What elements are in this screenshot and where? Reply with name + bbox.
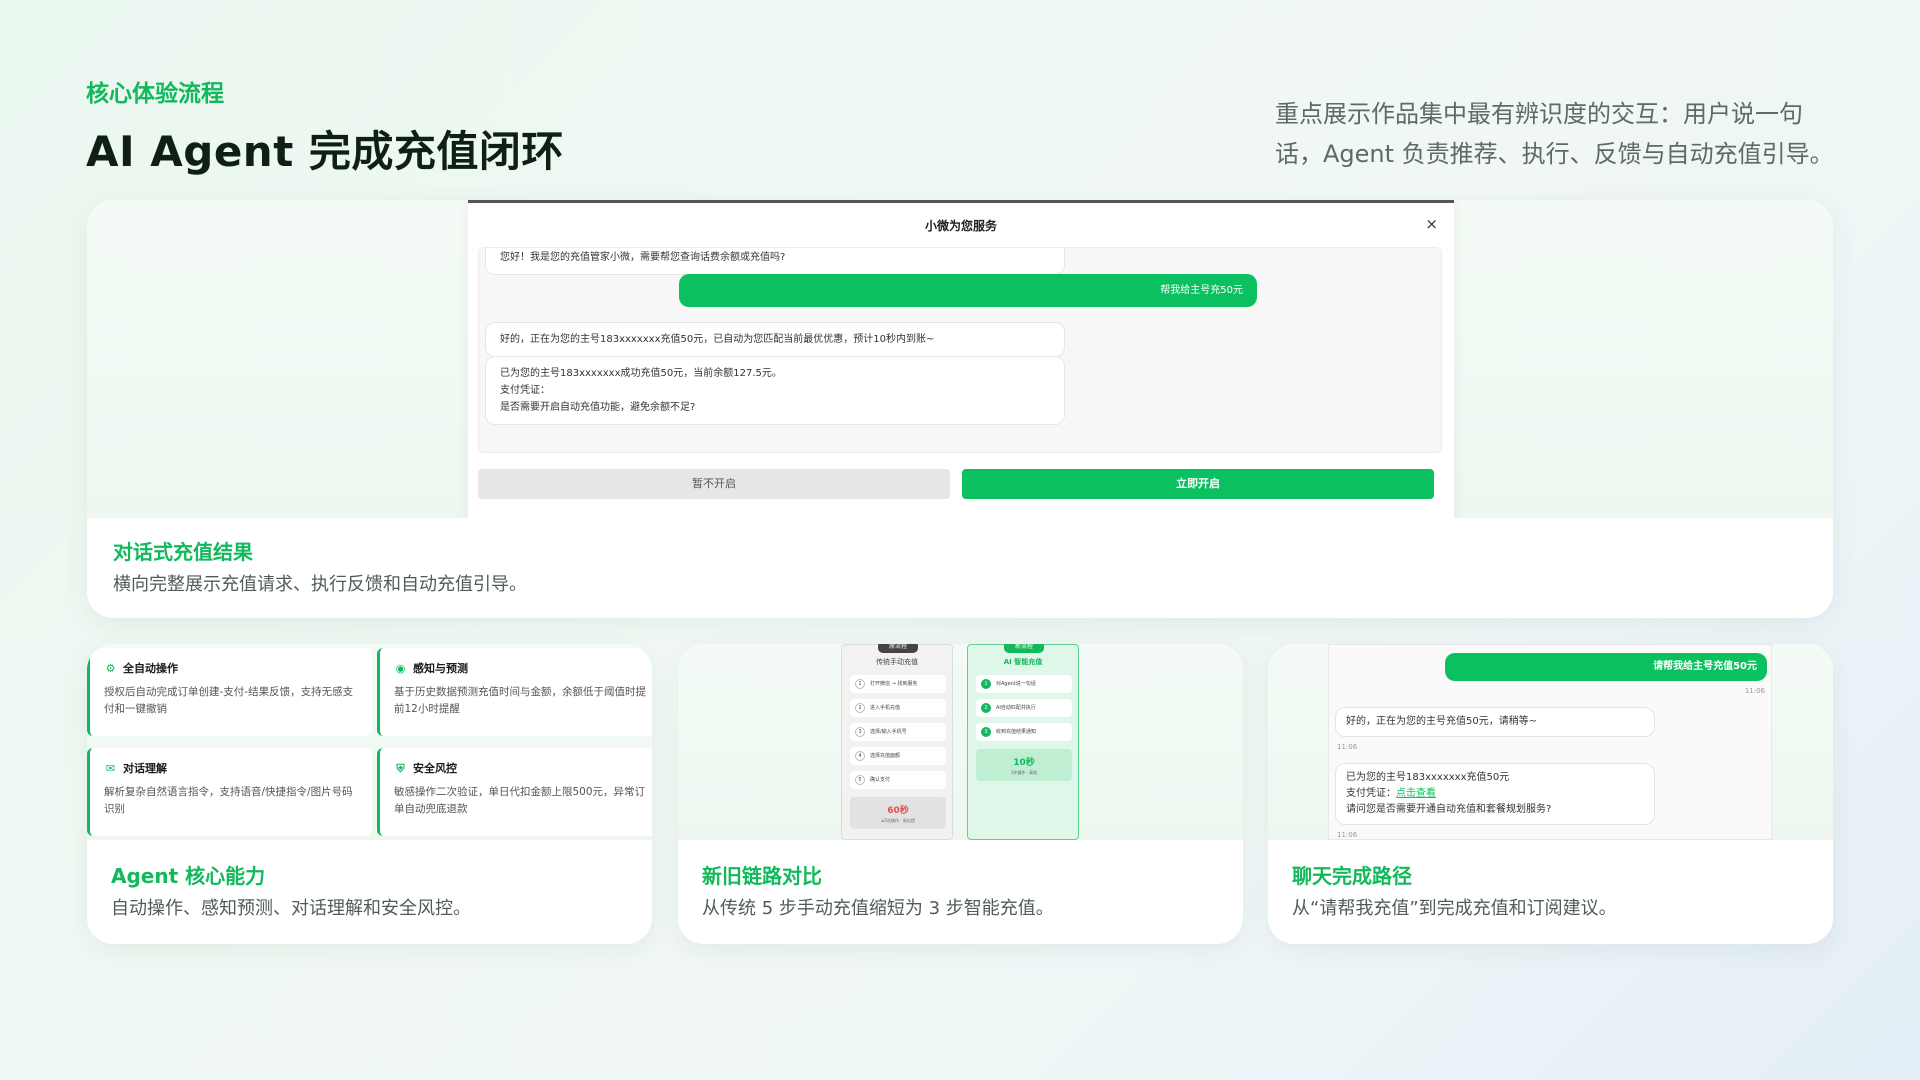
- old-flow-title: 传统手动充值: [876, 658, 918, 666]
- message-line: 已为您的主号183xxxxxxx成功充值50元，当前余额127.5元。: [500, 368, 782, 379]
- new-step: 2 AI自动匹配并执行: [976, 699, 1072, 717]
- card-description: 自动操作、感知预测、对话理解和安全风控。: [111, 898, 471, 919]
- old-time: 60秒: [887, 806, 909, 816]
- old-time-box: 60秒 ≥5次操作 · 易出错: [850, 797, 946, 829]
- card-title: 对话式充值结果: [113, 540, 253, 564]
- chat-path-card: 请帮我给主号充值50元 11:06 好的，正在为您的主号充值50元，请稍等~ 1…: [1268, 644, 1833, 944]
- capabilities-preview: ⚙ 全自动操作 授权后自动完成订单创建-支付-结果反馈，支持无感支付和一键撤销 ◉…: [87, 644, 652, 840]
- message-line: 支付凭证：: [500, 385, 550, 396]
- feature-perception: ◉ 感知与预测 基于历史数据预测充值时间与金额，余额低于阈值时提前12小时提醒: [377, 648, 652, 736]
- chat-icon: ✉: [105, 761, 116, 775]
- old-step: 1 打开微信 → 找到服务: [850, 675, 946, 693]
- feature-security: ⛨ 安全风控 敏感操作二次验证，单日代扣金额上限500元，异常订单自动兜底退款: [377, 748, 652, 836]
- old-step: 2 进入手机充值: [850, 699, 946, 717]
- agent-message: 好的，正在为您的主号充值50元，请稍等~: [1335, 707, 1655, 737]
- enable-button[interactable]: 立即开启: [962, 469, 1434, 499]
- feature-title: 全自动操作: [123, 662, 178, 675]
- close-icon[interactable]: ×: [1425, 215, 1438, 233]
- new-flow-title: AI 智能充值: [1003, 658, 1043, 666]
- feature-title: 安全风控: [413, 762, 457, 775]
- comparison-card: 原流程 传统手动充值 1 打开微信 → 找到服务 2 进入手机充值 3 选择/输入手机…: [678, 644, 1243, 944]
- feature-title: 对话理解: [123, 762, 167, 775]
- old-time-note: ≥5次操作 · 易出错: [881, 818, 915, 823]
- page-title: AI Agent 完成充值闭环: [86, 127, 564, 176]
- message-line: 支付凭证：点击查看: [1346, 788, 1436, 799]
- card-description: 从传统 5 步手动充值缩短为 3 步智能充值。: [702, 898, 1054, 919]
- old-flow-badge: 原流程: [878, 644, 918, 653]
- card-title: Agent 核心能力: [111, 864, 266, 888]
- feature-desc: 基于历史数据预测充值时间与金额，余额低于阈值时提前12小时提醒: [394, 686, 646, 715]
- card-description: 从“请帮我充值”到完成充值和订阅建议。: [1292, 898, 1617, 919]
- feature-title: 感知与预测: [413, 662, 468, 675]
- card-title: 新旧链路对比: [702, 864, 822, 888]
- old-step: 5 确认支付: [850, 771, 946, 789]
- new-flow-phone: 新流程 AI 智能充值 1 对Agent说一句话 2 AI自动匹配并执行 3 收到充值…: [967, 644, 1079, 840]
- message-line: 已为您的主号183xxxxxxx充值50元: [1346, 772, 1510, 783]
- shield-icon: ⛨: [396, 761, 405, 775]
- feature-desc: 敏感操作二次验证，单日代扣金额上限500元，异常订单自动兜底退款: [394, 786, 646, 815]
- new-time-note: 3步操作 · 高效: [1010, 770, 1038, 775]
- message-time: 11:06: [1337, 743, 1358, 751]
- new-flow-badge: 新流程: [1004, 644, 1044, 653]
- view-receipt-link[interactable]: 点击查看: [1396, 788, 1436, 799]
- user-message: 帮我给主号充50元: [679, 274, 1257, 307]
- decline-button[interactable]: 暂不开启: [478, 469, 950, 499]
- old-step: 4 选择充值面额: [850, 747, 946, 765]
- chat-area[interactable]: 您好！我是您的充值管家小微，需要帮您查询话费余额或充值吗? 帮我给主号充50元 …: [478, 247, 1442, 453]
- feature-dialogue: ✉ 对话理解 解析复杂自然语言指令，支持语音/快捷指令/图片号码识别: [87, 748, 372, 836]
- eyebrow-label: 核心体验流程: [86, 81, 224, 107]
- agent-message: 好的，正在为您的主号183xxxxxxx充值50元，已自动为您匹配当前最优优惠，…: [485, 322, 1065, 357]
- intro-text: 重点展示作品集中最有辨识度的交互：用户说一句话，Agent 负责推荐、执行、反馈…: [1275, 100, 1834, 168]
- new-step: 1 对Agent说一句话: [976, 675, 1072, 693]
- chat-result-preview: 小微为您服务 × 您好！我是您的充值管家小微，需要帮您查询话费余额或充值吗? 帮…: [87, 200, 1833, 518]
- agent-message: 已为您的主号183xxxxxxx充值50元 支付凭证：点击查看 请问您是否需要开…: [1335, 763, 1655, 825]
- message-line: 请问您是否需要开通自动充值和套餐规划服务?: [1346, 804, 1552, 815]
- card-title: 聊天完成路径: [1292, 864, 1412, 888]
- eye-icon: ◉: [395, 661, 406, 675]
- chat-path-preview: 请帮我给主号充值50元 11:06 好的，正在为您的主号充值50元，请稍等~ 1…: [1268, 644, 1833, 840]
- feature-auto-operation: ⚙ 全自动操作 授权后自动完成订单创建-支付-结果反馈，支持无感支付和一键撤销: [87, 648, 372, 736]
- card-description: 横向完整展示充值请求、执行反馈和自动充值引导。: [113, 574, 527, 595]
- message-time: 11:06: [1337, 831, 1358, 839]
- capabilities-card: ⚙ 全自动操作 授权后自动完成订单创建-支付-结果反馈，支持无感支付和一键撤销 ◉…: [87, 644, 652, 944]
- old-step: 3 选择/输入手机号: [850, 723, 946, 741]
- chat-result-card: 小微为您服务 × 您好！我是您的充值管家小微，需要帮您查询话费余额或充值吗? 帮…: [87, 200, 1833, 618]
- new-time-box: 10秒 3步操作 · 高效: [976, 749, 1072, 781]
- feature-desc: 解析复杂自然语言指令，支持语音/快捷指令/图片号码识别: [104, 786, 353, 815]
- new-step: 3 收到充值结果通知: [976, 723, 1072, 741]
- comparison-preview: 原流程 传统手动充值 1 打开微信 → 找到服务 2 进入手机充值 3 选择/输入手机…: [678, 644, 1243, 840]
- old-flow-phone: 原流程 传统手动充值 1 打开微信 → 找到服务 2 进入手机充值 3 选择/输入手机…: [841, 644, 953, 840]
- feature-desc: 授权后自动完成订单创建-支付-结果反馈，支持无感支付和一键撤销: [104, 686, 354, 715]
- chat-dialog: 小微为您服务 × 您好！我是您的充值管家小微，需要帮您查询话费余额或充值吗? 帮…: [468, 200, 1454, 518]
- message-line: 是否需要开启自动充值功能，避免余额不足?: [500, 402, 696, 413]
- dialog-title: 小微为您服务: [924, 219, 997, 233]
- gears-icon: ⚙: [105, 661, 116, 675]
- agent-message: 已为您的主号183xxxxxxx成功充值50元，当前余额127.5元。 支付凭证…: [485, 356, 1065, 425]
- chat-window: 请帮我给主号充值50元 11:06 好的，正在为您的主号充值50元，请稍等~ 1…: [1328, 644, 1772, 840]
- agent-message: 您好！我是您的充值管家小微，需要帮您查询话费余额或充值吗?: [485, 248, 1065, 275]
- user-message: 请帮我给主号充值50元: [1445, 653, 1767, 681]
- new-time: 10秒: [1013, 758, 1035, 768]
- message-time: 11:06: [1744, 687, 1765, 695]
